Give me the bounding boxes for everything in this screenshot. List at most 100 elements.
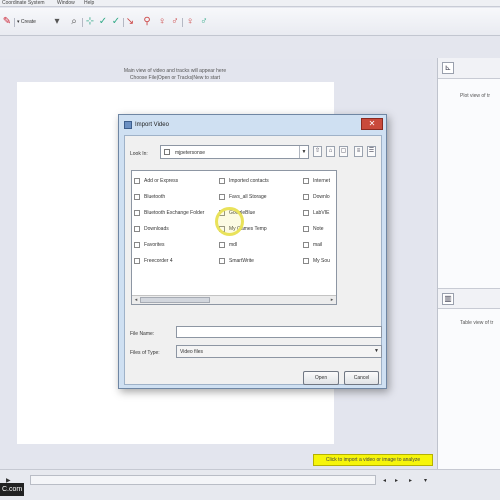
dialog-title: Import Video [135,122,169,128]
folder-icon [134,193,140,200]
new-folder-icon[interactable]: ▢ [339,146,348,157]
chevron-right-icon[interactable]: ▸ [328,296,336,304]
look-in-combo[interactable]: mjpetersonse ▼ [160,145,309,159]
file-type-select[interactable]: Video files ▼ [176,345,382,358]
protractor-icon[interactable]: ✓ [111,16,121,28]
frame-slider[interactable] [30,475,376,485]
list-item[interactable]: Downloads [134,224,169,234]
toolbar: ✎ ▾ Create ▾ ⌕ ⊹ ✓ ✓ ↘ ⚲ ♀ ♂ ♀ ♂ [0,8,500,36]
close-icon[interactable]: ✕ [361,118,383,130]
menu-coordinate-system[interactable]: Coordinate System [2,0,45,6]
folder-icon [219,193,225,200]
chevron-down-icon[interactable]: ▼ [372,346,381,357]
toolbar-divider [123,18,124,27]
list-item[interactable]: Bluetooth Exchange Folder [134,208,204,218]
list-item[interactable]: Add or Express [134,176,178,186]
file-name: Downloads [144,226,169,232]
file-list[interactable]: Add or Express Bluetooth Bluetooth Excha… [131,170,337,305]
file-type-label: Files of Type: [130,350,160,356]
list-item[interactable]: Downlo [303,192,330,202]
file-name: My Sou [313,258,330,264]
tape-icon[interactable]: ✓ [98,16,108,28]
file-name: Favs_all Storage [229,194,267,200]
look-in-label: Look In: [130,151,148,157]
menu-help[interactable]: Help [84,0,94,6]
table-view-message: Table view of tr [460,320,494,326]
list-item[interactable]: Bluetooth [134,192,165,202]
folder-icon [134,257,140,264]
table-selector-icon[interactable]: ▥ [442,293,454,305]
folder-icon [303,257,309,264]
menu-bar: Coordinate System Window Help [0,0,500,7]
menu-window[interactable]: Window [57,0,75,6]
up-folder-icon[interactable]: ⇧ [313,146,322,157]
toolbar-divider [182,18,183,27]
file-name: Bluetooth [144,194,166,200]
list-item[interactable]: SmartWrite [219,256,254,266]
calibration-stick-icon[interactable]: ⚲ [142,16,152,28]
list-item[interactable]: Favs_all Storage [219,192,267,202]
import-hint[interactable]: Click to import a video or image to anal… [313,454,433,466]
step-back-icon[interactable]: ◂ [383,477,386,485]
table-panel-header: ▥ [438,288,500,309]
folder-icon [134,241,140,248]
list-item[interactable]: mdl [219,240,237,250]
look-in-value: mjpetersonse [175,150,206,156]
player-menu-icon[interactable]: ▾ [424,477,427,485]
cursor-highlight-icon [215,207,244,236]
track-point-icon[interactable]: ⊹ [85,16,95,28]
step-size-icon[interactable]: ▸ [409,477,412,485]
file-type-value: Video files [180,349,203,355]
profile-icon[interactable]: ♂ [199,16,209,28]
step-forward-icon[interactable]: ▸ [395,477,398,485]
list-item[interactable]: Internet [303,176,330,186]
list-item[interactable]: Favorites [134,240,165,250]
details-view-icon[interactable]: ☰ [367,146,376,157]
video-view-message: Main view of video and tracks will appea… [80,68,270,82]
axes-icon[interactable]: ↘ [125,16,135,28]
horizontal-scrollbar[interactable]: ◂ ▸ [132,295,336,304]
plot-selector-icon[interactable]: ⊾ [442,62,454,74]
mass-icon[interactable]: ♀ [185,16,195,28]
file-name: Favorites [144,242,165,248]
import-video-dialog: Import Video ✕ Look In: mjpetersonse ▼ ⇧… [118,114,387,389]
folder-icon [303,209,309,216]
file-name: LabVIE [313,210,330,216]
folder-icon [303,241,309,248]
watermark: C.com [0,483,24,496]
chevron-down-icon[interactable]: ▼ [299,146,308,158]
file-name: Note [313,226,324,232]
walker-icon[interactable]: ♀ [157,16,167,28]
list-view-icon[interactable]: ≡ [354,146,363,157]
list-item[interactable]: Freecorder 4 [134,256,173,266]
folder-icon [303,177,309,184]
dialog-body: Look In: mjpetersonse ▼ ⇧ ⌂ ▢ ≡ ☰ Add or… [124,135,382,385]
home-icon[interactable]: ⌂ [326,146,335,157]
file-name: mail [313,242,323,248]
folder-icon [164,149,170,155]
cancel-button[interactable]: Cancel [344,371,379,385]
pointer-icon[interactable]: ✎ [2,16,12,28]
file-name-input[interactable] [176,326,382,338]
file-name: Internet [313,178,330,184]
runner-icon[interactable]: ♂ [170,16,180,28]
list-item[interactable]: LabVIE [303,208,329,218]
list-item[interactable]: Note [303,224,324,234]
zoom-icon[interactable]: ⌕ [69,16,79,28]
file-name-label: File Name: [130,331,155,337]
open-button[interactable]: Open [303,371,339,385]
file-name: Freecorder 4 [144,258,173,264]
scrollbar-thumb[interactable] [140,297,210,303]
right-panel: ⊾ Plot view of tr ▥ Table view of tr [437,58,500,470]
file-name: Add or Express [144,178,179,184]
file-name: mdl [229,242,238,248]
list-item[interactable]: mail [303,240,322,250]
create-button[interactable]: ▾ Create [17,17,50,28]
chevron-left-icon[interactable]: ◂ [132,296,140,304]
plot-view-message: Plot view of tr [460,93,491,99]
create-dropdown-icon[interactable]: ▾ [52,16,62,28]
list-item[interactable]: Imported contacts [219,176,269,186]
message-line-1: Main view of video and tracks will appea… [123,68,227,74]
file-name: Downlo [313,194,330,200]
list-item[interactable]: My Sou [303,256,330,266]
